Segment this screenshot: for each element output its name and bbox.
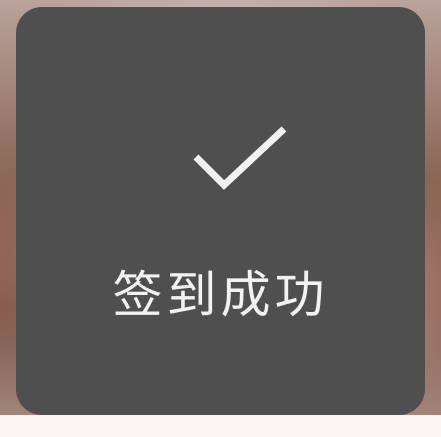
bottom-edge — [0, 415, 441, 437]
success-toast: 签到成功 — [16, 7, 425, 415]
toast-message: 签到成功 — [112, 266, 329, 324]
checkmark-icon — [193, 126, 287, 190]
